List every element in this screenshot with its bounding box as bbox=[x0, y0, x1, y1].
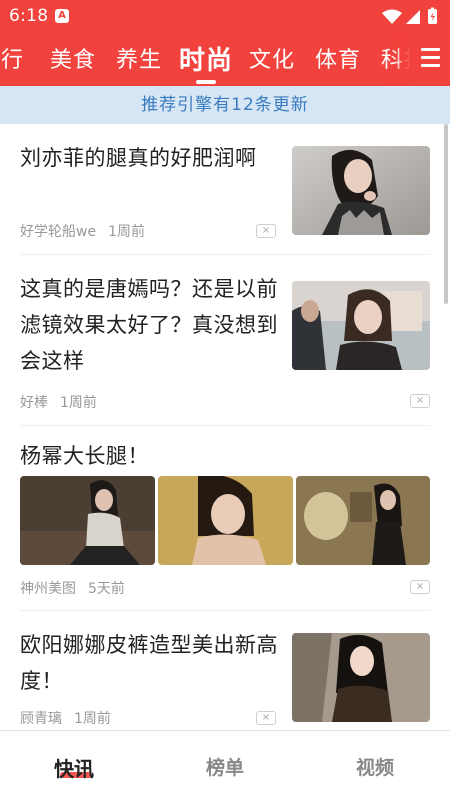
tab-health[interactable]: 养生 bbox=[116, 42, 162, 74]
update-banner[interactable]: 推荐引擎有12条更新 bbox=[0, 86, 450, 124]
news-meta: 好学轮船we 1周前 bbox=[20, 221, 145, 241]
dismiss-icon[interactable]: × bbox=[256, 711, 276, 725]
bottom-navigation: 快讯 榜单 视频 bbox=[0, 730, 450, 800]
news-title[interactable]: 欧阳娜娜皮裤造型美出新高度！ bbox=[20, 627, 280, 699]
news-time: 1周前 bbox=[74, 711, 111, 727]
news-thumbnail[interactable] bbox=[292, 146, 430, 235]
news-item[interactable]: 杨幂大长腿！ 神州美图 5天前 × bbox=[0, 426, 450, 610]
tab-food[interactable]: 美食 bbox=[50, 42, 96, 74]
status-bar: 6:18 A bbox=[0, 0, 450, 32]
tab-fashion[interactable]: 时尚 bbox=[179, 40, 233, 77]
tab-culture[interactable]: 文化 bbox=[249, 42, 295, 74]
news-title[interactable]: 这真的是唐嫣吗？还是以前滤镜效果太好了？真没想到会这样 bbox=[20, 271, 282, 379]
news-source: 顾青璃 bbox=[20, 711, 62, 727]
news-time: 1周前 bbox=[108, 224, 145, 240]
active-tab-indicator bbox=[196, 80, 216, 84]
news-thumbnail[interactable] bbox=[158, 476, 293, 565]
dismiss-icon[interactable]: × bbox=[410, 394, 430, 408]
news-title[interactable]: 杨幂大长腿！ bbox=[20, 438, 320, 474]
signal-icon bbox=[406, 10, 420, 24]
news-source: 好棒 bbox=[20, 395, 48, 411]
news-time: 1周前 bbox=[60, 395, 97, 411]
category-tabs: 旅行 美食 养生 时尚 文化 体育 科技 bbox=[0, 32, 450, 86]
news-thumbnail[interactable] bbox=[292, 281, 430, 370]
news-item[interactable]: 这真的是唐嫣吗？还是以前滤镜效果太好了？真没想到会这样 好棒 1周前 × bbox=[0, 255, 450, 425]
news-thumbnail[interactable] bbox=[20, 476, 155, 565]
tab-sports[interactable]: 体育 bbox=[315, 42, 361, 74]
nav-rankings[interactable]: 榜单 bbox=[206, 753, 244, 780]
news-source: 神州美图 bbox=[20, 581, 76, 597]
app-notification-icon: A bbox=[55, 9, 69, 23]
news-item[interactable]: 欧阳娜娜皮裤造型美出新高度！ 顾青璃 1周前 × bbox=[0, 611, 450, 730]
news-item[interactable]: 刘亦菲的腿真的好肥润啊 好学轮船we 1周前 × bbox=[0, 124, 450, 254]
hamburger-menu-icon[interactable] bbox=[410, 32, 450, 86]
system-status-icons bbox=[382, 7, 437, 24]
news-thumbnail[interactable] bbox=[296, 476, 430, 565]
news-time: 5天前 bbox=[88, 581, 125, 597]
nav-news-flash[interactable]: 快讯 bbox=[54, 753, 94, 782]
news-title[interactable]: 刘亦菲的腿真的好肥润啊 bbox=[20, 140, 270, 176]
news-meta: 好棒 1周前 bbox=[20, 392, 97, 412]
app-header: 6:18 A 旅行 美食 养生 时尚 文化 体育 科技 bbox=[0, 0, 450, 86]
news-feed[interactable]: 刘亦菲的腿真的好肥润啊 好学轮船we 1周前 × 这真的是唐嫣吗？还是以前滤镜效… bbox=[0, 124, 450, 730]
news-source: 好学轮船we bbox=[20, 224, 97, 240]
nav-videos[interactable]: 视频 bbox=[356, 753, 394, 780]
news-meta: 神州美图 5天前 bbox=[20, 578, 125, 598]
news-meta: 顾青璃 1周前 bbox=[20, 708, 111, 728]
dismiss-icon[interactable]: × bbox=[256, 224, 276, 238]
news-thumbnail[interactable] bbox=[292, 633, 430, 722]
status-time: 6:18 bbox=[9, 6, 49, 26]
wifi-icon bbox=[382, 9, 402, 24]
tab-travel[interactable]: 旅行 bbox=[0, 42, 24, 74]
dismiss-icon[interactable]: × bbox=[410, 580, 430, 594]
